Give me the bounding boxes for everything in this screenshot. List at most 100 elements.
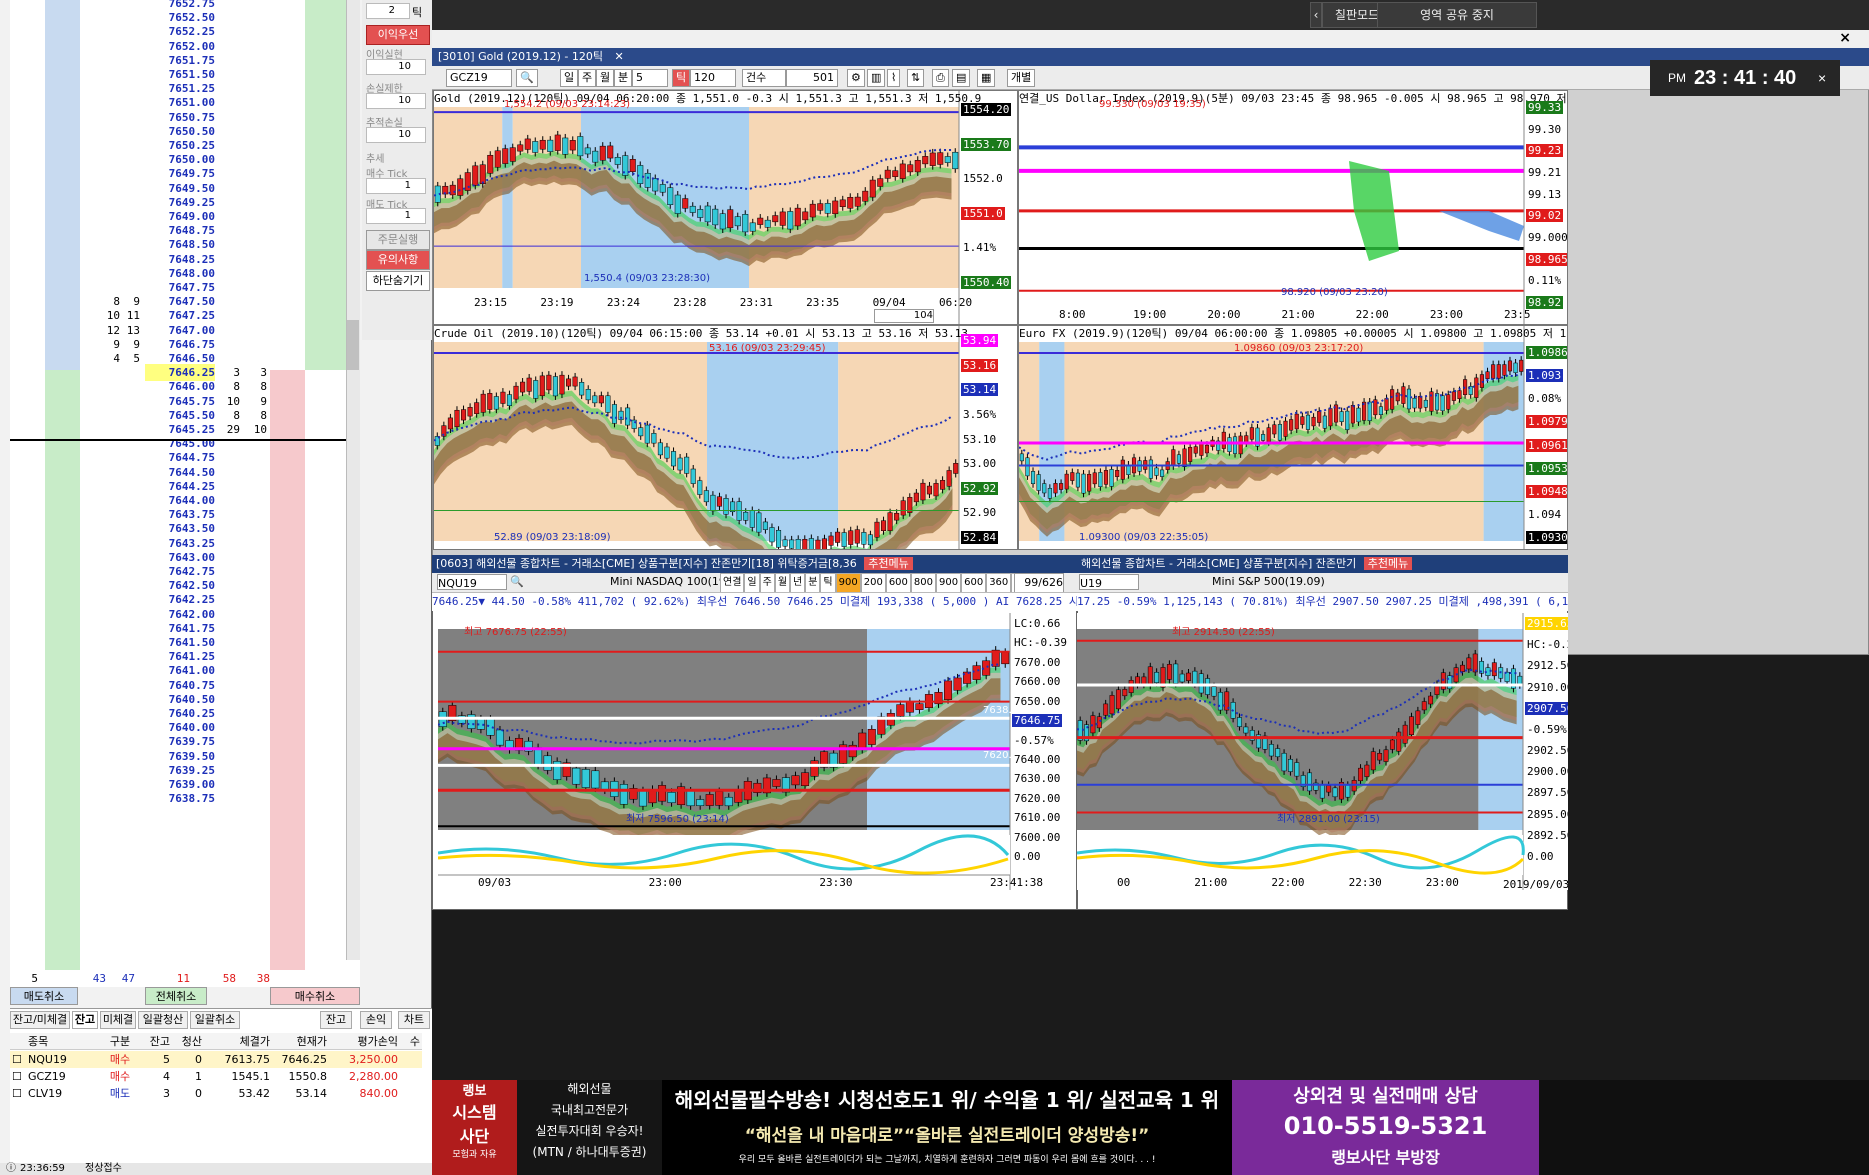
period-tick[interactable]: 틱 <box>672 69 691 87</box>
ladder-row[interactable]: 7638.75 <box>10 790 360 807</box>
search-icon[interactable]: 🔍 <box>510 573 524 591</box>
nasdaq-count-field[interactable]: 99/626 <box>1014 573 1064 592</box>
interval-button[interactable]: 월 <box>774 573 791 592</box>
interval-button[interactable]: 분 <box>805 573 821 592</box>
holdings-row[interactable]: ☐ GCZ19 매수 4 1 1545.1 1550.8 2,280.00 <box>10 1068 422 1085</box>
line-chart-icon[interactable]: ⌇ <box>887 69 901 87</box>
usd-chart-panel[interactable]: 연결_US Dollar Index (2019.9)(5분) 09/03 23… <box>1018 90 1568 325</box>
take-profit-field[interactable]: 10 <box>366 59 426 75</box>
interval-button[interactable]: 600 <box>885 573 911 592</box>
count-field[interactable]: 501 <box>786 69 838 87</box>
holdings-row[interactable]: ☐ CLV19 매도 3 0 53.42 53.14 840.00 <box>10 1085 422 1102</box>
tick-stepper[interactable]: 2 <box>366 3 410 19</box>
clock-close-icon[interactable]: × <box>1818 60 1826 96</box>
period-month[interactable]: 월 <box>596 69 615 87</box>
nasdaq-chart-panel[interactable]: 최고 7676.75 (22:55) 최저 7596.50 (23:14) 76… <box>438 613 1075 890</box>
x-tick-label: 22:00 <box>1355 308 1389 321</box>
candle-body <box>520 381 526 393</box>
interval-button[interactable]: 600 <box>961 573 987 592</box>
close-icon[interactable]: × <box>1839 30 1851 46</box>
close-icon[interactable]: ✕ <box>615 50 624 63</box>
strip-collapse-icon[interactable]: ‹ <box>1310 2 1322 28</box>
sp500-chart-panel[interactable]: 최고 2914.50 (22:55) 최저 2891.00 (23:15) 29… <box>1077 613 1568 890</box>
candle-body <box>1087 473 1092 492</box>
row-checkbox[interactable]: ☐ <box>12 1085 24 1102</box>
chart-tool-icon[interactable]: ⚙ <box>847 69 865 87</box>
execute-order-button[interactable]: 주문실행 <box>366 230 430 250</box>
hide-bottom-button[interactable]: 하단숨기기 <box>366 271 430 291</box>
tab-balance[interactable]: 잔고 <box>72 1011 98 1029</box>
minute-value[interactable]: 5 <box>632 69 668 87</box>
buy-tick-field[interactable]: 1 <box>366 178 426 194</box>
candle-body <box>719 213 726 230</box>
x-tick-label: 23:41:38 <box>990 876 1043 889</box>
sp500-symbol-select[interactable]: U19 <box>1079 574 1139 590</box>
candle-body <box>1272 424 1277 435</box>
period-day[interactable]: 일 <box>560 69 579 87</box>
print-icon[interactable]: ⎙ <box>932 69 949 87</box>
tab-unfilled[interactable]: 미체결 <box>100 1011 136 1029</box>
chase-label[interactable]: 추세 <box>366 150 384 165</box>
row-checkbox[interactable]: ☐ <box>12 1051 24 1068</box>
gold-zoom-field[interactable]: 104 <box>874 309 934 323</box>
interval-button[interactable]: 200 <box>860 573 886 592</box>
candle-body <box>1148 459 1153 479</box>
candle-body <box>592 150 599 163</box>
row-checkbox[interactable]: ☐ <box>12 1068 24 1085</box>
gold-chart-panel[interactable]: Gold (2019.12)(120틱) 09/04 06:20:00 종 1,… <box>433 90 1018 325</box>
period-minute[interactable]: 분 <box>614 69 633 87</box>
euro-chart-canvas[interactable] <box>1019 326 1568 550</box>
trailing-stop-field[interactable]: 10 <box>366 127 426 143</box>
tab-right-chart[interactable]: 차트 <box>398 1011 430 1029</box>
interval-button[interactable]: 900 <box>936 573 962 592</box>
stop-share-button[interactable]: 영역 공유 중지 <box>1377 2 1537 28</box>
price-ladder[interactable]: 7652.75 7652.50 7652.25 7652.00 7651.75 7651.… <box>10 0 360 970</box>
euro-chart-panel[interactable]: Euro FX (2019.9)(120틱) 09/04 06:00:00 종 … <box>1018 325 1568 550</box>
search-icon[interactable]: 🔍 <box>516 69 538 87</box>
symbol-select[interactable]: GCZ19 <box>446 69 512 87</box>
individual-button[interactable]: 개별 <box>1007 69 1036 87</box>
tick-value[interactable]: 120 <box>690 69 736 87</box>
ladder-scrollbar[interactable] <box>346 0 360 960</box>
recommend-menu-button[interactable]: 추천메뉴 <box>864 557 913 570</box>
count-label[interactable]: 건수 <box>742 69 786 87</box>
interval-button[interactable]: 년 <box>790 573 806 592</box>
interval-button[interactable]: 틱 <box>820 573 836 592</box>
interval-button[interactable]: 연결 <box>720 573 745 592</box>
bar-chart-icon[interactable]: ▥ <box>867 69 886 87</box>
profit-first-button[interactable]: 이익우선 <box>366 25 430 45</box>
cancel-sell-button[interactable]: 매도취소 <box>10 987 78 1005</box>
interval-button[interactable]: 900 <box>835 573 861 592</box>
interval-button[interactable]: 일 <box>744 573 760 592</box>
tab-right-balance[interactable]: 잔고 <box>320 1011 352 1029</box>
period-week[interactable]: 주 <box>578 69 597 87</box>
crude-chart-panel[interactable]: Crude Oil (2019.10)(120틱) 09/04 06:15:00… <box>433 325 1018 550</box>
stop-loss-field[interactable]: 10 <box>366 93 426 109</box>
ladder-scroll-thumb[interactable] <box>347 320 359 370</box>
tab-close-all[interactable]: 일괄청산 <box>138 1011 188 1029</box>
candle-body <box>848 530 854 545</box>
grid-icon[interactable]: ▦ <box>977 69 996 87</box>
cancel-buy-button[interactable]: 매수취소 <box>270 987 360 1005</box>
notice-button[interactable]: 유의사항 <box>366 250 430 270</box>
tab-balance-unfilled[interactable]: 잔고/미체결 <box>10 1011 70 1029</box>
banner-contact-phone[interactable]: 010-5519-5321 <box>1232 1112 1539 1140</box>
interval-button[interactable]: 360 <box>986 573 1012 592</box>
cancel-all-button[interactable]: 전체취소 <box>145 987 207 1005</box>
crude-chart-canvas[interactable] <box>434 326 1018 550</box>
nasdaq-symbol-select[interactable]: NQU19 <box>437 574 507 590</box>
holdings-row[interactable]: ☐ NQU19 매수 5 0 7613.75 7646.25 3,250.00 <box>10 1051 422 1068</box>
candle-body <box>638 790 647 807</box>
scale-icon[interactable]: ⇅ <box>907 69 925 87</box>
recommend-menu-button[interactable]: 추천메뉴 <box>1363 557 1413 570</box>
candle-body <box>757 217 764 225</box>
interval-button[interactable]: 800 <box>910 573 936 592</box>
save-icon[interactable]: ▤ <box>952 69 971 87</box>
sp500-chart-canvas[interactable] <box>1077 613 1568 890</box>
tab-right-pnl[interactable]: 손익 <box>360 1011 392 1029</box>
interval-button[interactable]: 주 <box>759 573 775 592</box>
tab-cancel-all[interactable]: 일괄취소 <box>190 1011 240 1029</box>
gold-chart-canvas[interactable] <box>434 91 1018 325</box>
nasdaq-chart-canvas[interactable] <box>438 613 1075 890</box>
sell-tick-field[interactable]: 1 <box>366 208 426 224</box>
